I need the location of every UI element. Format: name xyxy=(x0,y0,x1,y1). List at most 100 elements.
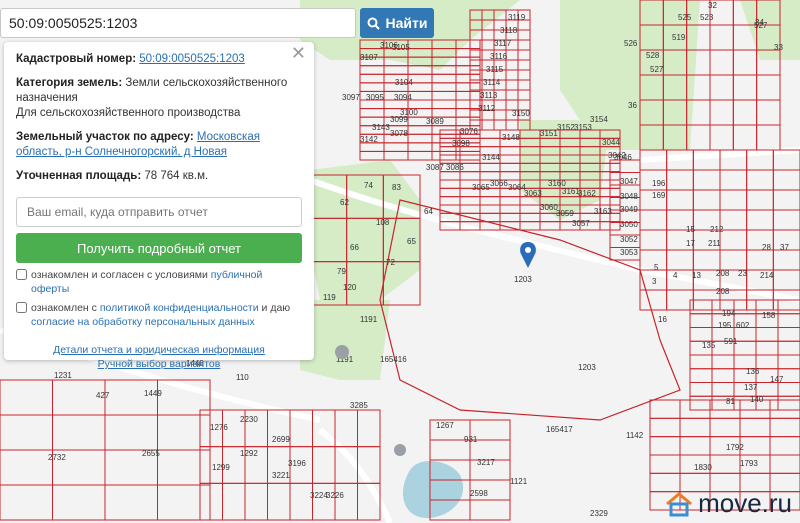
find-button[interactable]: Найти xyxy=(360,8,434,38)
parcel-number: 3087 xyxy=(426,163,444,172)
consent-privacy-mid: и даю xyxy=(261,302,291,314)
parcel-number: 1142 xyxy=(626,431,644,440)
parcel-number: 194 xyxy=(722,309,736,318)
address-label: Земельный участок по адресу: xyxy=(16,131,194,143)
parcel-number: 3098 xyxy=(452,139,470,148)
parcel-number: 3115 xyxy=(486,65,504,74)
parcel-number: 3221 xyxy=(272,471,290,480)
parcel-number: 3076 xyxy=(460,127,478,136)
parcel-number: 3078 xyxy=(390,129,408,138)
parcel-number: 3086 xyxy=(446,163,464,172)
parcel-number: 5 xyxy=(654,263,659,272)
parcel-number: 3150 xyxy=(512,109,530,118)
parcel-number: 212 xyxy=(710,225,724,234)
parcel-number: 28 xyxy=(762,243,771,252)
parcel-number: 3094 xyxy=(394,93,412,102)
get-report-button[interactable]: Получить подробный отчет xyxy=(16,233,302,263)
consent-privacy-checkbox[interactable] xyxy=(16,302,27,313)
parcel-number: 4 xyxy=(673,271,678,280)
parcel-number: 208 xyxy=(716,287,730,296)
consent-offer-checkbox[interactable] xyxy=(16,269,27,280)
parcel-number: 147 xyxy=(770,375,784,384)
parcel-number: 3106 xyxy=(380,41,398,50)
parcel-number: 1267 xyxy=(436,421,454,430)
search-icon xyxy=(367,17,380,30)
parcel-number: 169 xyxy=(652,191,666,200)
parcel-number: 83 xyxy=(392,183,401,192)
search-input[interactable] xyxy=(0,8,356,38)
parcel-number: 36 xyxy=(628,101,637,110)
parcel-number: 15 xyxy=(686,225,695,234)
parcel-number: 3095 xyxy=(366,93,384,102)
parcel-number: 3063 xyxy=(524,189,542,198)
parcel-number: 3144 xyxy=(482,153,500,162)
parcel-number: 1449 xyxy=(144,389,162,398)
parcel-number: 3162 xyxy=(578,189,596,198)
parcel-number: 3052 xyxy=(620,235,638,244)
parcel-number: 65 xyxy=(407,237,416,246)
details-link[interactable]: Детали отчета и юридическая информация xyxy=(53,344,265,356)
house-icon xyxy=(666,491,693,516)
parcel-number: 3119 xyxy=(508,13,526,22)
footer-links: Детали отчета и юридическая информация Р… xyxy=(16,343,302,371)
parcel-number: 3089 xyxy=(426,117,444,126)
email-field[interactable] xyxy=(16,197,302,227)
logo-text: move.ru xyxy=(698,488,792,518)
parcel-number: 3097 xyxy=(342,93,360,102)
cadastral-label: Кадастровый номер: xyxy=(16,53,137,65)
parcel-number: 120 xyxy=(343,283,357,292)
parcel-number: 2230 xyxy=(240,415,258,424)
parcel-number: 208 xyxy=(716,269,730,278)
category-use: Для сельскохозяйственного производства xyxy=(16,107,241,119)
parcel-number: 1203 xyxy=(514,275,532,284)
parcel-number: 3053 xyxy=(620,248,638,257)
parcel-number: 591 xyxy=(724,337,738,346)
parcel-number: 3104 xyxy=(395,78,413,87)
category-label: Категория земель: xyxy=(16,77,123,89)
cadastral-link[interactable]: 50:09:0050525:1203 xyxy=(139,53,245,65)
consent-offer-text: ознакомлен и согласен с условиями xyxy=(31,269,208,281)
parcel-number: 23 xyxy=(738,269,747,278)
parcel-number: 3059 xyxy=(556,209,574,218)
parcel-number: 195 xyxy=(718,321,732,330)
parcel-number: 3151 xyxy=(540,129,558,138)
parcel-number: 3042 xyxy=(608,151,626,160)
privacy-link[interactable]: политикой конфиденциальности xyxy=(100,302,259,314)
parcel-number: 1121 xyxy=(510,477,528,486)
parcel-number: 1292 xyxy=(240,449,258,458)
parcel-number: 3142 xyxy=(360,135,378,144)
parcel-number: 137 xyxy=(744,383,758,392)
parcel-number: 37 xyxy=(780,243,789,252)
parcel-number: 136 xyxy=(746,367,760,376)
parcel-number: 140 xyxy=(750,395,764,404)
parcel-number: 3065 xyxy=(472,183,490,192)
parcel-number: 1231 xyxy=(54,371,72,380)
parcel-number: 32 xyxy=(708,1,717,10)
parcel-number: 2598 xyxy=(470,489,488,498)
parcel-number: 214 xyxy=(760,271,774,280)
parcel-number: 72 xyxy=(386,258,395,267)
area-label: Уточненная площадь: xyxy=(16,170,142,182)
parcel-number: 108 xyxy=(376,218,390,227)
parcel-number: 33 xyxy=(774,43,783,52)
parcel-number: 3217 xyxy=(477,458,495,467)
category-row: Категория земель: Земли сельскохозяйстве… xyxy=(16,76,302,121)
parcel-number: 165416 xyxy=(380,355,407,364)
cadastral-row: Кадастровый номер: 50:09:0050525:1203 xyxy=(16,52,302,67)
parcel-number: 3153 xyxy=(574,123,592,132)
consent-offer: ознакомлен и согласен с условиями публич… xyxy=(16,268,302,296)
parcel-number: 3285 xyxy=(350,401,368,410)
parcel-number: 3118 xyxy=(500,26,518,35)
close-icon[interactable]: ✕ xyxy=(291,44,306,62)
parcel-number: 3107 xyxy=(360,53,378,62)
data-processing-link[interactable]: согласие на обработку персональных данны… xyxy=(31,316,255,328)
move-logo: move.ru xyxy=(664,488,792,519)
parcel-number: 3112 xyxy=(478,104,496,113)
manual-link[interactable]: Ручной выбор вариантов xyxy=(98,358,221,370)
find-button-label: Найти xyxy=(385,15,428,31)
parcel-number: 3160 xyxy=(548,179,566,188)
address-row: Земельный участок по адресу: Московская … xyxy=(16,130,302,160)
parcel-number: 3163 xyxy=(594,207,612,216)
parcel-number: 3117 xyxy=(494,39,512,48)
parcel-number: 79 xyxy=(337,267,346,276)
